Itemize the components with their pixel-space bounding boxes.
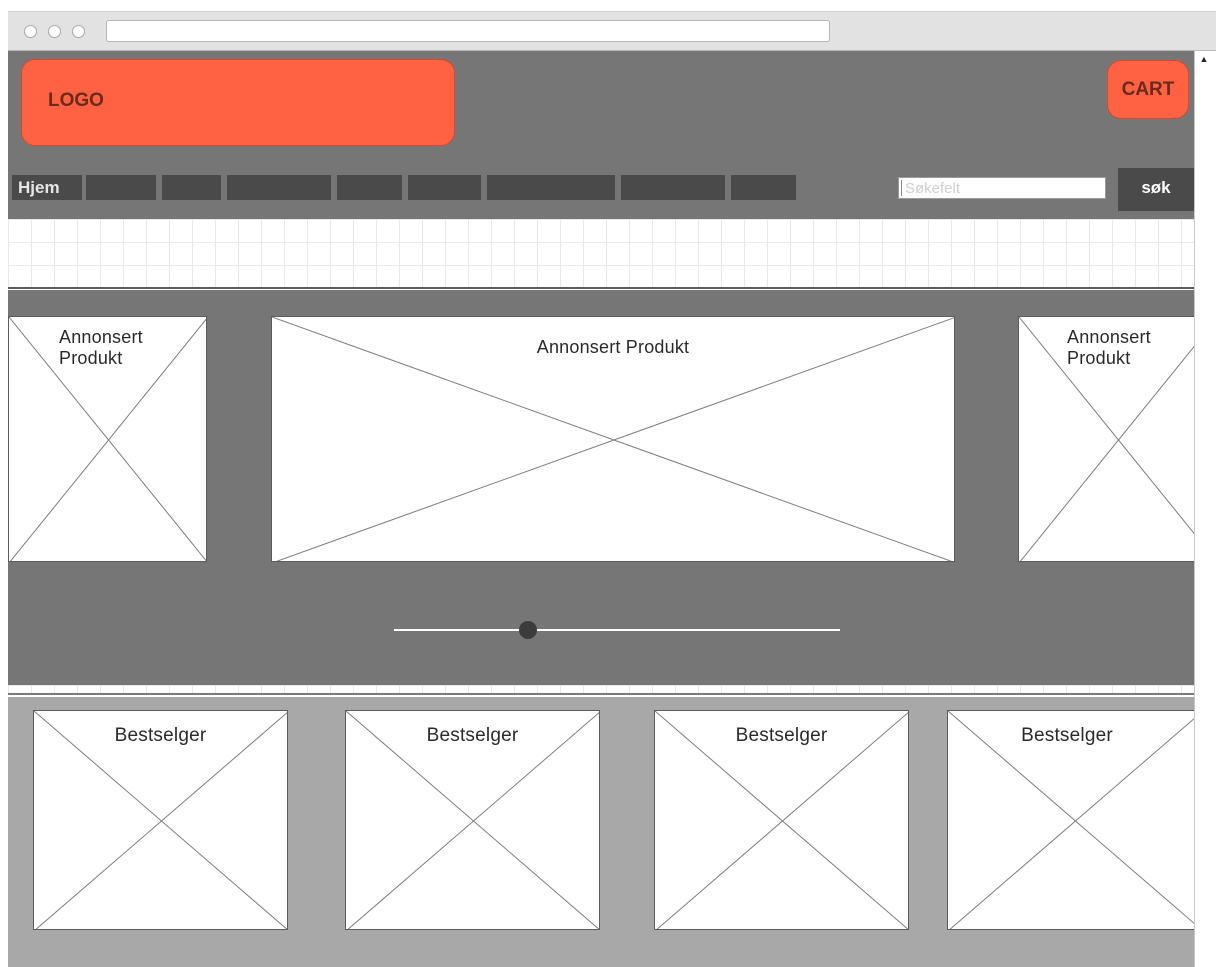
bestseller-label: Bestselger bbox=[1021, 725, 1113, 746]
featured-product-card[interactable]: Annonsert Produkt bbox=[271, 316, 955, 562]
nav-item[interactable] bbox=[162, 175, 221, 200]
nav-item[interactable] bbox=[731, 175, 796, 200]
window-minimize-button[interactable] bbox=[48, 25, 61, 38]
scroll-up-arrow-icon[interactable]: ▲ bbox=[1197, 52, 1211, 66]
carousel-slider-thumb[interactable] bbox=[518, 621, 537, 639]
search-input[interactable] bbox=[898, 177, 1106, 199]
browser-toolbar bbox=[8, 11, 1216, 51]
logo-label: LOGO bbox=[48, 90, 104, 111]
bestseller-card[interactable]: Bestselger bbox=[654, 710, 909, 930]
bestseller-card[interactable]: Bestselger bbox=[947, 710, 1194, 930]
cart-button[interactable]: CART bbox=[1107, 60, 1189, 119]
address-bar[interactable] bbox=[106, 20, 830, 42]
nav-item[interactable] bbox=[621, 175, 725, 200]
nav-item[interactable] bbox=[408, 175, 481, 200]
logo[interactable]: LOGO bbox=[21, 59, 455, 146]
carousel-slider-track[interactable] bbox=[394, 629, 840, 631]
bestseller-card[interactable]: Bestselger bbox=[33, 710, 288, 930]
window-close-button[interactable] bbox=[24, 25, 37, 38]
nav-item-home[interactable]: Hjem bbox=[12, 175, 82, 200]
search-button[interactable]: søk bbox=[1118, 168, 1194, 211]
nav-item[interactable] bbox=[227, 175, 331, 200]
text-caret bbox=[901, 180, 902, 196]
nav-item[interactable] bbox=[337, 175, 402, 200]
vertical-scrollbar[interactable] bbox=[1194, 51, 1216, 967]
nav-item[interactable] bbox=[86, 175, 156, 200]
nav-item[interactable] bbox=[487, 175, 615, 200]
grid-strip bbox=[8, 685, 1194, 695]
cart-label: CART bbox=[1121, 79, 1175, 100]
featured-product-label: Annonsert Produkt bbox=[536, 337, 690, 357]
bestseller-label: Bestselger bbox=[735, 725, 828, 746]
featured-product-card[interactable]: Annonsert Produkt bbox=[1018, 316, 1194, 562]
bestseller-label: Bestselger bbox=[114, 725, 207, 746]
featured-product-label: Annonsert Produkt bbox=[59, 327, 143, 368]
grid-strip bbox=[8, 219, 1194, 289]
featured-product-label: Annonsert Produkt bbox=[1067, 327, 1151, 368]
window-maximize-button[interactable] bbox=[72, 25, 85, 38]
bestseller-card[interactable]: Bestselger bbox=[345, 710, 600, 930]
bestseller-label: Bestselger bbox=[426, 725, 519, 746]
featured-product-card[interactable]: Annonsert Produkt bbox=[8, 316, 207, 562]
